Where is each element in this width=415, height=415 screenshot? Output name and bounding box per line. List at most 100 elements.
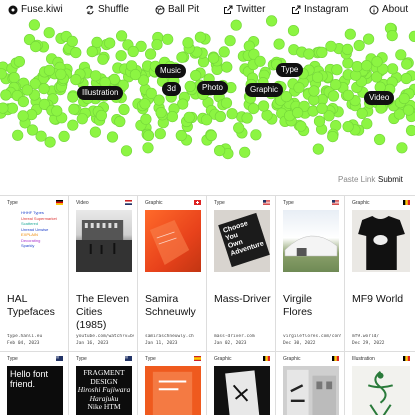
pit-ball[interactable] xyxy=(118,103,130,116)
pit-ball[interactable] xyxy=(325,40,337,52)
ball-pit-canvas[interactable] xyxy=(0,0,415,195)
pit-ball[interactable] xyxy=(386,29,398,42)
pit-ball[interactable] xyxy=(201,114,213,126)
pit-ball[interactable] xyxy=(327,131,339,143)
pit-ball[interactable] xyxy=(55,68,67,80)
pit-ball[interactable] xyxy=(330,78,342,91)
pit-ball[interactable] xyxy=(38,82,50,95)
pit-ball[interactable] xyxy=(184,80,196,92)
pit-ball[interactable] xyxy=(90,70,102,82)
ballpit-link[interactable]: Ball Pit xyxy=(155,4,199,15)
pit-ball[interactable] xyxy=(12,129,24,141)
pit-ball[interactable] xyxy=(43,64,56,76)
ball-pit[interactable]: Illustration Music 3d Photo Graphic Type… xyxy=(0,0,415,195)
pit-ball[interactable] xyxy=(21,84,33,96)
pit-ball[interactable] xyxy=(293,82,305,94)
pit-ball[interactable] xyxy=(303,48,315,60)
pit-ball[interactable] xyxy=(68,103,80,115)
tag-graphic[interactable]: Graphic xyxy=(245,83,284,97)
pit-ball[interactable] xyxy=(151,38,163,51)
pit-ball[interactable] xyxy=(127,45,139,58)
pit-ball[interactable] xyxy=(308,85,320,97)
submit-button[interactable]: Submit xyxy=(376,174,405,185)
pit-ball[interactable] xyxy=(120,145,133,157)
paste-link-input[interactable]: Paste Link xyxy=(336,174,378,185)
pit-ball[interactable] xyxy=(115,50,127,62)
pit-ball[interactable] xyxy=(214,110,226,123)
pit-ball[interactable] xyxy=(292,106,304,119)
pit-ball[interactable] xyxy=(341,43,354,56)
tag-type[interactable]: Type xyxy=(276,63,304,77)
pit-ball[interactable] xyxy=(166,110,178,123)
pit-ball[interactable] xyxy=(280,90,293,103)
pit-ball[interactable] xyxy=(361,59,373,72)
tag-video[interactable]: Video xyxy=(364,91,395,105)
tag-photo[interactable]: Photo xyxy=(197,81,228,95)
pit-ball[interactable] xyxy=(58,130,70,142)
pit-ball[interactable] xyxy=(76,113,88,125)
pit-ball[interactable] xyxy=(70,73,82,86)
pit-ball[interactable] xyxy=(313,115,326,127)
pit-ball[interactable] xyxy=(400,72,412,85)
pit-ball[interactable] xyxy=(221,61,233,73)
pit-ball[interactable] xyxy=(66,35,78,48)
pit-ball[interactable] xyxy=(17,110,29,122)
pit-ball[interactable] xyxy=(316,102,328,114)
pit-ball[interactable] xyxy=(254,55,266,67)
pit-ball[interactable] xyxy=(312,71,324,83)
pit-ball[interactable] xyxy=(17,95,29,108)
pit-ball[interactable] xyxy=(287,24,300,37)
pit-ball[interactable] xyxy=(250,129,262,141)
pit-ball[interactable] xyxy=(273,38,285,50)
pit-ball[interactable] xyxy=(43,27,55,39)
tag-3d[interactable]: 3d xyxy=(162,82,181,96)
card-type-orange[interactable]: Type xyxy=(138,196,207,415)
tag-music[interactable]: Music xyxy=(155,64,186,78)
pit-ball[interactable] xyxy=(182,37,194,49)
pit-ball[interactable] xyxy=(104,37,116,49)
pit-ball[interactable] xyxy=(145,87,157,99)
pit-ball[interactable] xyxy=(403,104,415,116)
pit-ball[interactable] xyxy=(226,108,238,120)
pit-ball[interactable] xyxy=(114,115,126,128)
pit-ball[interactable] xyxy=(175,129,187,142)
pit-ball[interactable] xyxy=(13,55,25,68)
pit-ball[interactable] xyxy=(363,33,375,45)
pit-ball[interactable] xyxy=(353,39,365,52)
pit-ball[interactable] xyxy=(342,120,354,133)
pit-ball[interactable] xyxy=(140,113,152,125)
pit-ball[interactable] xyxy=(331,64,343,76)
shuffle-link[interactable]: Shuffle xyxy=(85,4,129,15)
pit-ball[interactable] xyxy=(396,142,408,154)
card-fragment-design[interactable]: Type FRAGMENT DESIGN Hiroshi Fujiwara Ha… xyxy=(69,196,138,415)
pit-ball[interactable] xyxy=(405,124,415,137)
pit-ball[interactable] xyxy=(316,46,328,59)
pit-ball[interactable] xyxy=(351,60,363,73)
card-graphic-street[interactable]: Graphic xyxy=(276,196,345,415)
twitter-link[interactable]: Twitter xyxy=(223,4,265,15)
pit-ball[interactable] xyxy=(86,45,98,58)
pit-ball[interactable] xyxy=(142,129,155,142)
pit-ball[interactable] xyxy=(208,52,220,64)
pit-ball[interactable] xyxy=(327,90,340,102)
pit-ball[interactable] xyxy=(95,109,107,122)
pit-ball[interactable] xyxy=(371,56,383,68)
pit-ball[interactable] xyxy=(194,31,206,43)
pit-ball[interactable] xyxy=(8,71,20,84)
pit-ball[interactable] xyxy=(89,126,101,138)
pit-ball[interactable] xyxy=(241,112,253,124)
pit-ball[interactable] xyxy=(374,133,386,146)
pit-ball[interactable] xyxy=(97,53,109,65)
pit-ball[interactable] xyxy=(247,102,260,115)
pit-ball[interactable] xyxy=(218,46,230,58)
instagram-link[interactable]: Instagram xyxy=(291,4,348,15)
pit-ball[interactable] xyxy=(395,49,407,61)
pit-ball[interactable] xyxy=(214,145,226,157)
card-hello-font-friend[interactable]: Type Hello font friend. xyxy=(0,196,69,415)
pit-ball[interactable] xyxy=(35,130,47,142)
pit-ball[interactable] xyxy=(129,68,141,81)
pit-ball[interactable] xyxy=(30,40,42,53)
pit-ball[interactable] xyxy=(190,69,202,82)
pit-ball[interactable] xyxy=(344,28,356,40)
about-link[interactable]: About xyxy=(369,4,408,15)
